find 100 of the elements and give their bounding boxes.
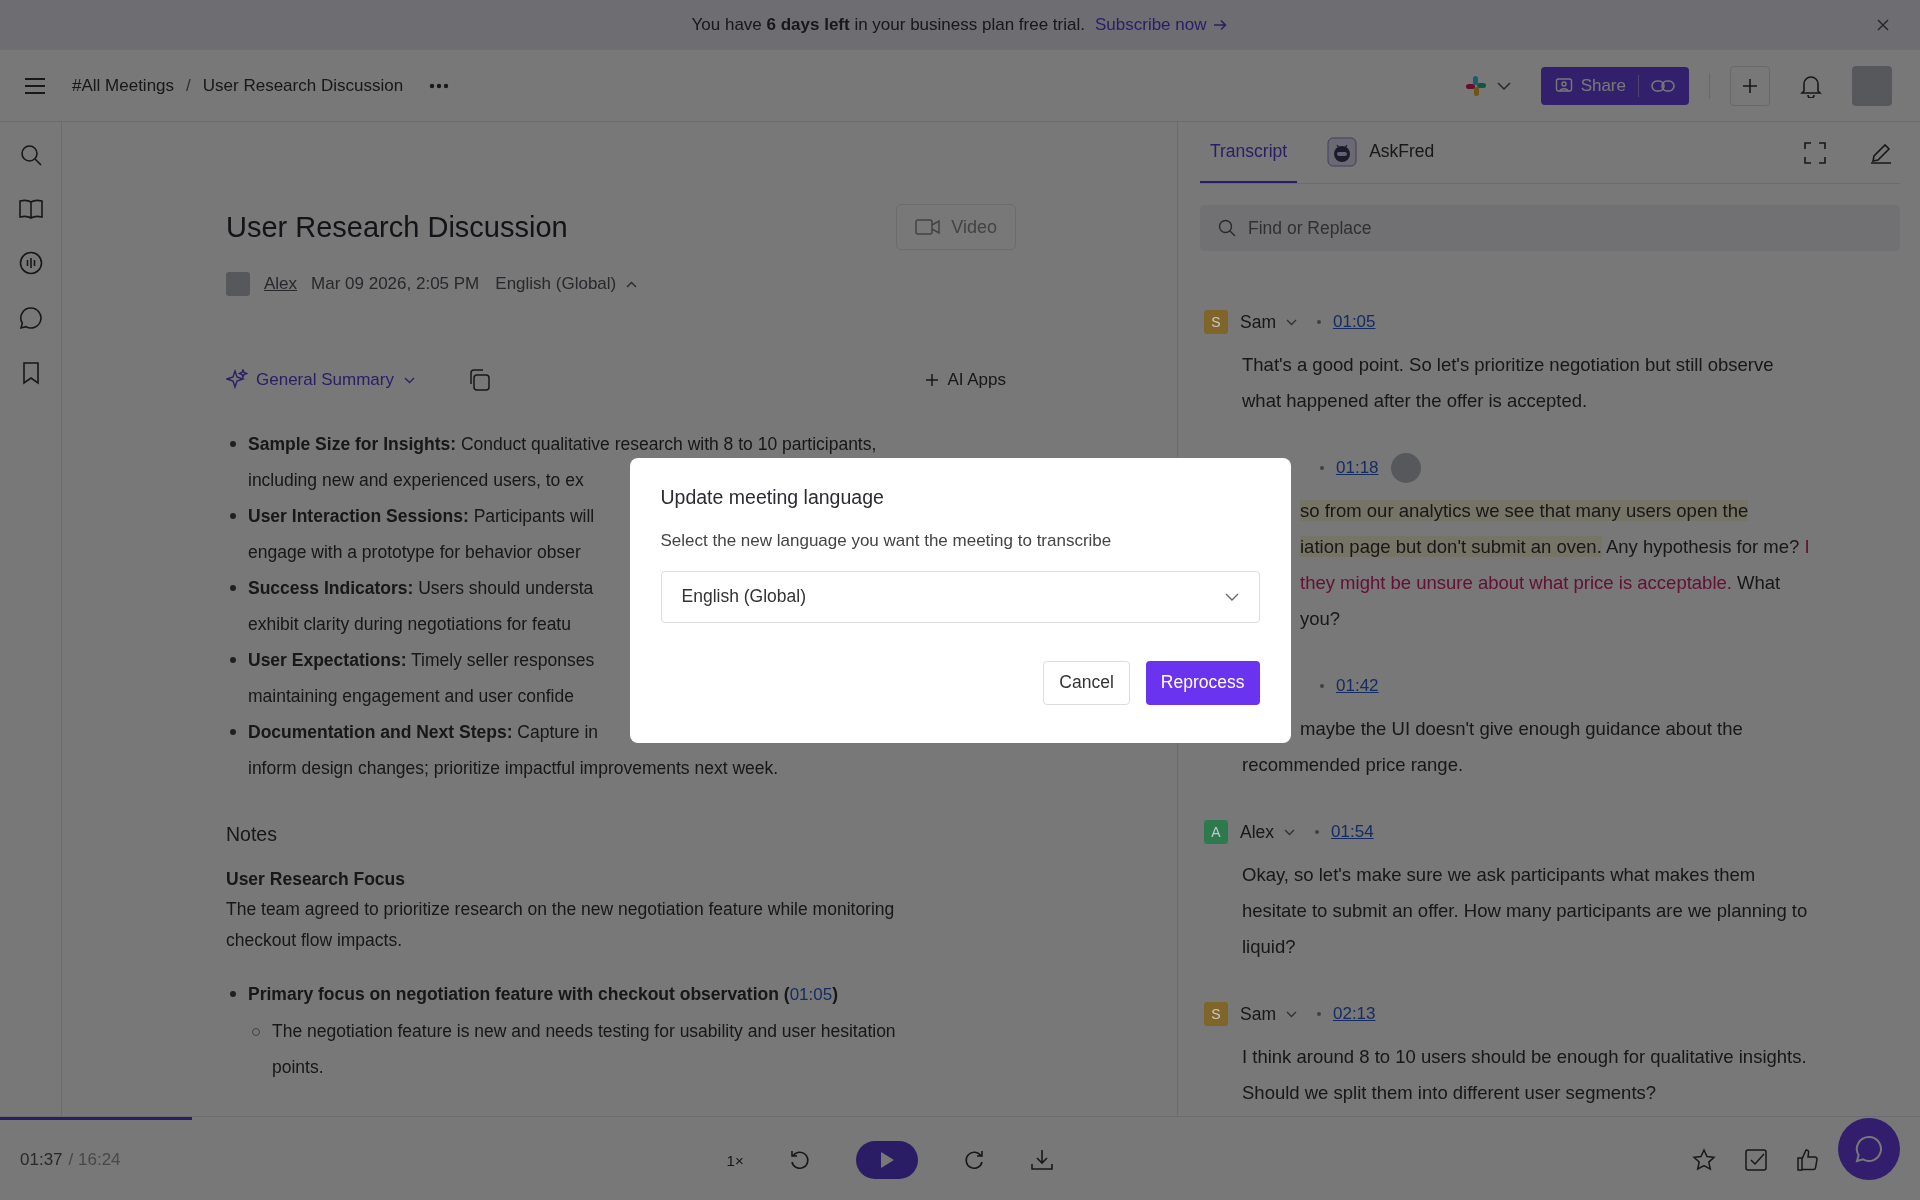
transcript-text: That's a good point. So let's prioritize negotiation but still observe what happened after the offer is accepted. (1242, 353, 1775, 413)
audio-wave-icon[interactable] (18, 251, 43, 275)
book-icon[interactable] (18, 198, 43, 220)
separator-dot-icon (1317, 1012, 1321, 1016)
speed-button[interactable]: 1× (726, 1151, 744, 1169)
summary-line: Success Indicators: Users should understa (248, 577, 594, 600)
note-item: Primary focus on negotiation feature with checkout observation (01:05) (248, 983, 838, 1006)
summary-line: maintaining engagement and user confide (248, 685, 575, 708)
link-icon[interactable] (1651, 78, 1675, 93)
chevron-down-icon (1224, 592, 1239, 601)
notes-subheading: User Research Focus (226, 868, 406, 891)
dialog-button[interactable]: Cancel (1043, 660, 1130, 705)
summary-line: exhibit clarity during negotiations for featu (248, 613, 572, 636)
meeting-title: User Research Discussion (226, 210, 568, 244)
author-link[interactable]: Alex (264, 274, 298, 294)
robot-icon (1327, 136, 1358, 167)
transcript-line: recommended price range. (1242, 753, 1464, 777)
timestamp-link[interactable]: 01:18 (1336, 458, 1379, 478)
bullet-icon (230, 585, 236, 591)
download-icon[interactable] (1029, 1148, 1054, 1172)
speaker-dropdown[interactable]: Sam (1240, 1003, 1297, 1025)
separator-dot-icon (1320, 466, 1324, 470)
find-replace-input[interactable]: Find or Replace (1246, 216, 1882, 240)
close-icon[interactable] (1876, 18, 1890, 32)
chevron-down-icon (1286, 318, 1297, 326)
share-button[interactable]: Share (1540, 66, 1689, 105)
sparkle-icon (226, 369, 248, 391)
plus-icon (1742, 77, 1758, 94)
timestamp-link[interactable]: 01:54 (1331, 822, 1374, 842)
plus-icon (925, 373, 940, 387)
speaker-initial: S (1204, 1002, 1228, 1026)
thumbs-up-icon[interactable] (1796, 1148, 1820, 1172)
fullscreen-icon[interactable] (1804, 141, 1826, 164)
dialog-button[interactable]: Reprocess (1145, 660, 1260, 705)
notes-paragraph: The team agreed to prioritize research on the new negotiation feature while monitoring checkout flow impacts. (226, 898, 896, 952)
notes-heading: Notes (226, 822, 278, 847)
summary-line: including new and experienced users, to ex (248, 469, 585, 492)
find-replace-field[interactable]: Find or Replace (1200, 205, 1900, 251)
search-icon (1218, 219, 1236, 237)
elapsed-time: 01:37 (20, 1150, 63, 1170)
panel-tab[interactable]: AskFred (1317, 122, 1445, 183)
dialog-description: Select the new language you want the meeting to transcribe (660, 530, 1113, 551)
summary-type-dropdown[interactable]: General Summary (256, 370, 415, 390)
ai-apps-button[interactable]: AI Apps (925, 370, 1006, 390)
chevron-down-icon (403, 376, 415, 384)
play-button[interactable] (855, 1141, 918, 1179)
notification-bell-icon[interactable] (1800, 73, 1822, 98)
bullet-icon (230, 657, 236, 663)
more-icon[interactable] (429, 82, 450, 89)
speaker-initial: S (1204, 310, 1228, 334)
timestamp-link[interactable]: 01:05 (789, 985, 833, 1004)
meeting-date: Mar 09 2026, 2:05 PM (311, 274, 480, 294)
speaker-dropdown[interactable]: Alex (1240, 821, 1296, 843)
timestamp-link[interactable]: 02:13 (1333, 1004, 1376, 1024)
separator-dot-icon (1315, 830, 1320, 834)
speaker-dropdown[interactable]: Sam (1240, 311, 1297, 333)
bullet-icon (230, 991, 236, 997)
transcript-line: iation page but don't submit an oven. Any hypothesis for me? I (1300, 535, 1810, 559)
chevron-down-icon[interactable] (1496, 81, 1511, 90)
video-camera-icon (915, 218, 942, 236)
chat-bubble-icon (1854, 1134, 1884, 1164)
dialog-title: Update meeting language (660, 485, 885, 509)
menu-icon[interactable] (24, 76, 46, 95)
breadcrumb-current: User Research Discussion (202, 75, 404, 96)
breadcrumb-separator: / (186, 75, 191, 96)
app-logo-icon[interactable] (1464, 74, 1487, 97)
summary-line: User Expectations: Timely seller responses (248, 649, 595, 672)
summary-line: User Interaction Sessions: Participants will (248, 505, 595, 528)
timestamp-link[interactable]: 01:05 (1333, 312, 1376, 332)
transcript-line: they might be unsure about what price is acceptable. What (1300, 571, 1781, 595)
breadcrumb-link[interactable]: #All Meetings (72, 75, 175, 96)
trial-message: You have 6 days left in your business plan free trial. (691, 15, 1085, 35)
checkbox-icon[interactable] (1744, 1148, 1768, 1172)
panel-tab[interactable]: Transcript (1200, 122, 1298, 183)
language-dropdown[interactable]: English (Global) (495, 274, 638, 294)
search-icon[interactable] (18, 143, 43, 167)
chevron-down-icon (1286, 1010, 1297, 1018)
person-card-icon (1554, 76, 1573, 95)
bookmark-icon[interactable] (20, 361, 41, 385)
bullet-icon (230, 729, 236, 735)
edit-icon[interactable] (1870, 141, 1892, 164)
language-select[interactable]: English (Global) (660, 570, 1260, 623)
timestamp-link[interactable]: 01:42 (1336, 676, 1379, 696)
bullet-icon (230, 441, 236, 447)
separator-dot-icon (1320, 684, 1324, 688)
separator-dot-icon (1317, 320, 1321, 324)
chevron-up-icon (626, 280, 638, 288)
bullet-icon (230, 513, 236, 519)
transcript-line: maybe the UI doesn't give enough guidance about the (1300, 717, 1743, 741)
chevron-down-icon (1284, 828, 1296, 836)
subscribe-link[interactable]: Subscribe now (1094, 15, 1229, 35)
summary-line: Documentation and Next Steps: Capture in (248, 721, 600, 744)
chat-bubble-icon[interactable] (18, 306, 43, 330)
transcript-text: I think around 8 to 10 users should be enough for qualitative insights. Should we split them into different user segments? (1242, 1045, 1808, 1105)
play-icon (878, 1151, 895, 1169)
add-button[interactable] (1730, 65, 1770, 106)
summary-line: engage with a prototype for behavior obser (248, 541, 582, 564)
star-icon[interactable] (1692, 1148, 1716, 1172)
summary-line: inform design changes; prioritize impactful improvements next week. (248, 757, 779, 780)
summary-line: Sample Size for Insights: Conduct qualitative research with 8 to 10 participants, (248, 433, 877, 456)
